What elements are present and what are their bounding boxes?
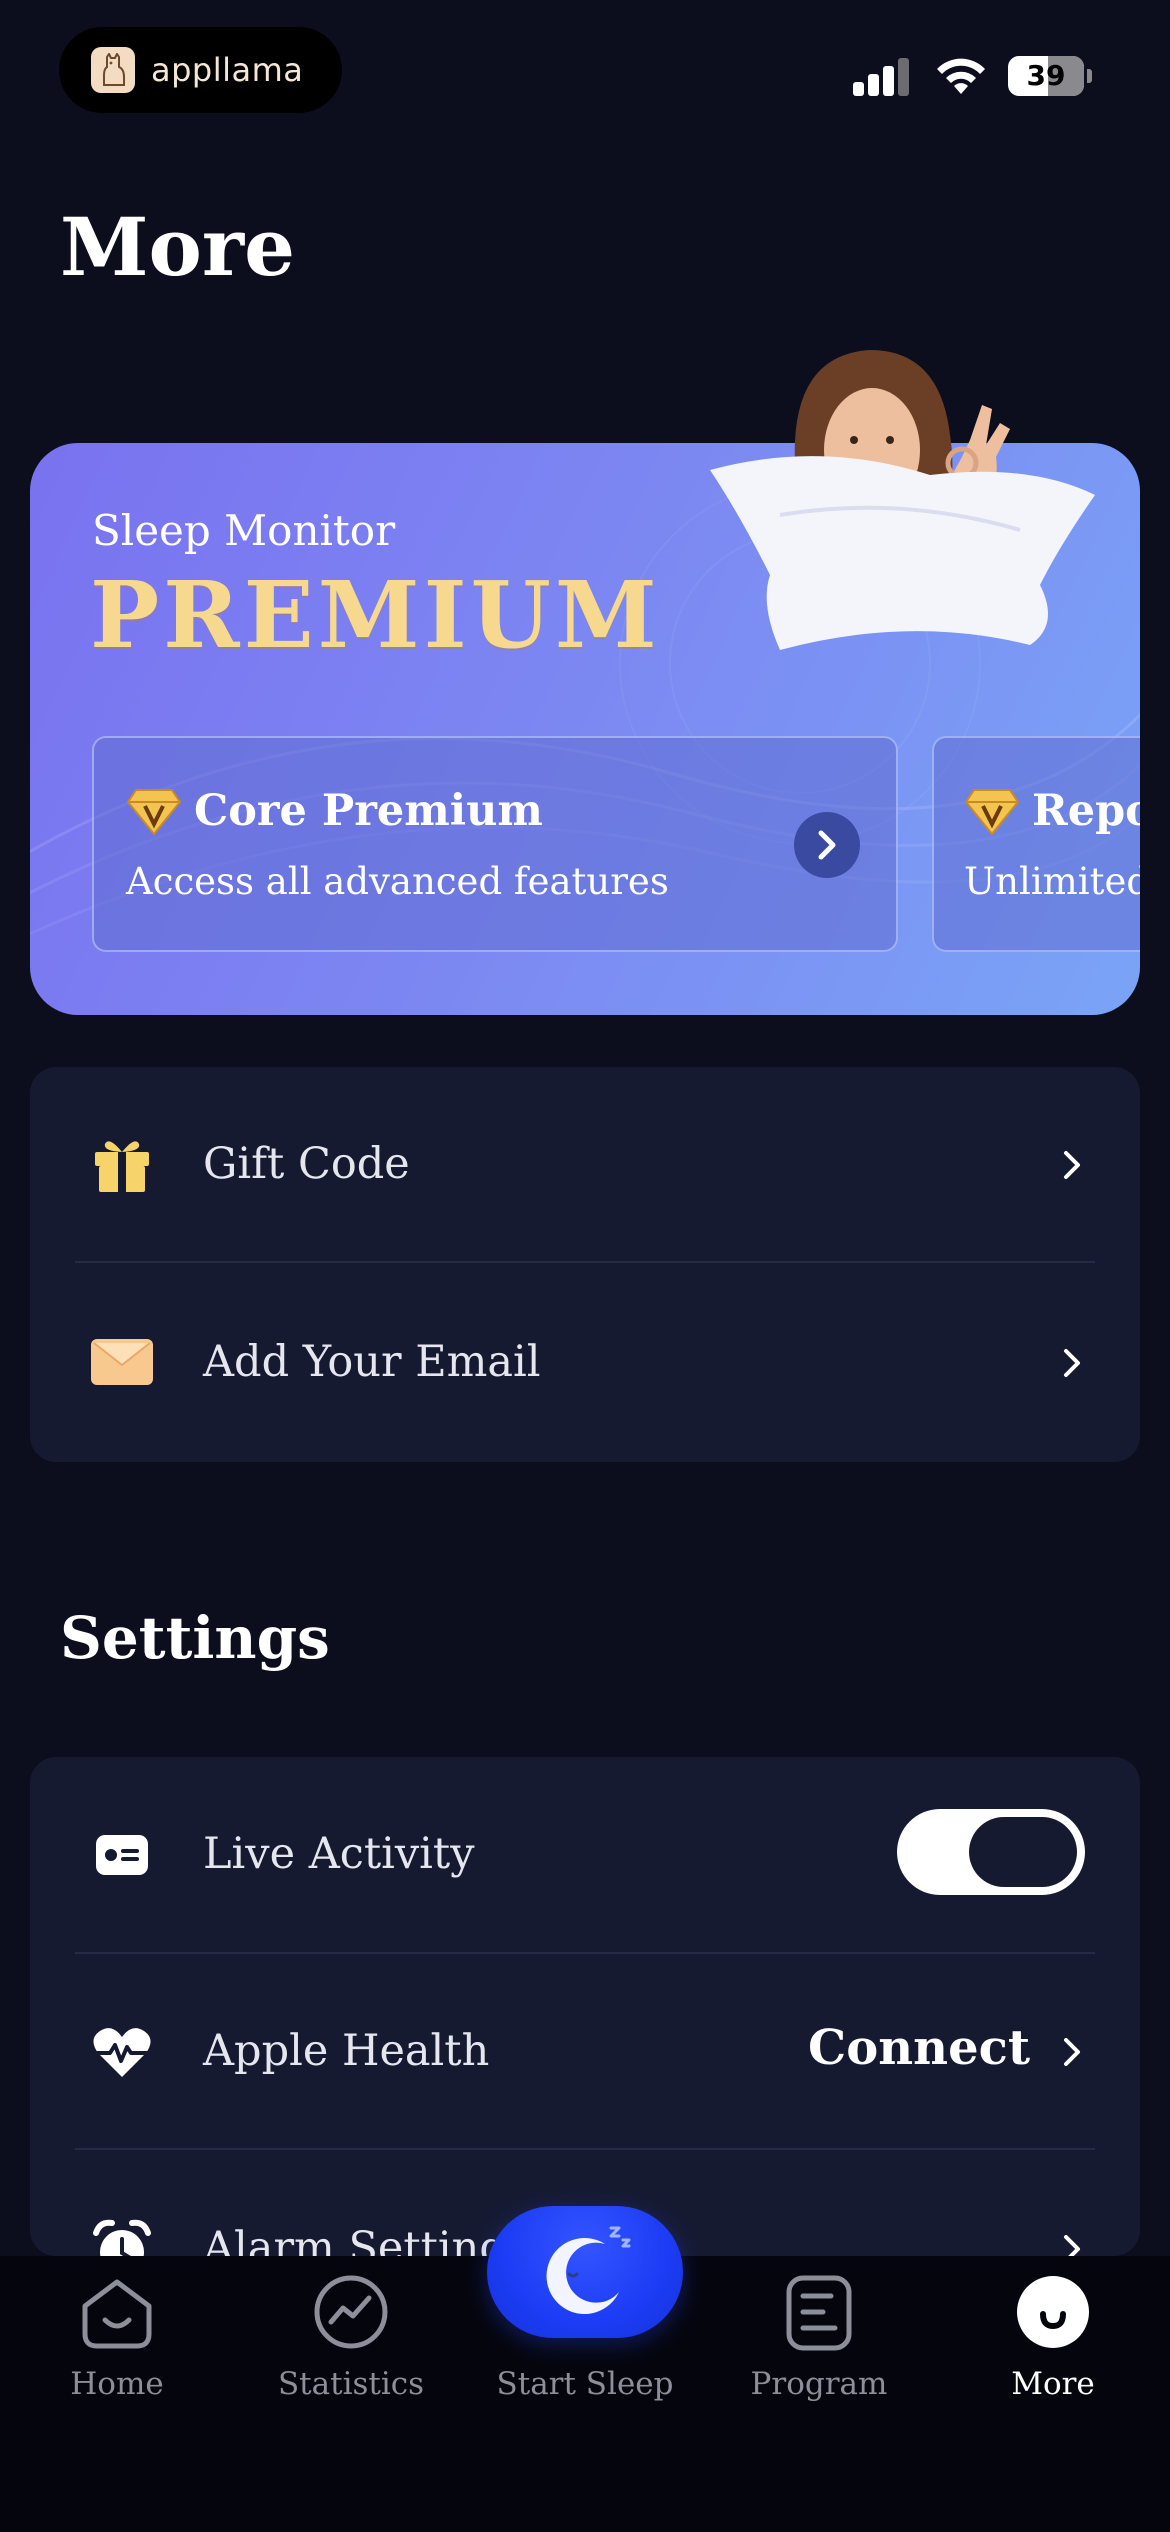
tab-statistics[interactable]: Statistics [234,2256,468,2436]
envelope-icon [90,1331,154,1395]
divider [75,2148,1095,2150]
battery-icon: 39 [1008,56,1092,96]
promo-card-description: Access all advanced features [126,860,669,903]
llama-logo-icon [91,47,135,93]
settings-card: Live Activity Apple Health Connect Alarm… [30,1757,1140,2256]
cellular-signal-icon [853,56,911,96]
program-icon [786,2275,852,2351]
tab-label: Statistics [277,2366,425,2402]
more-screen: appllama 39 More Sleep Monitor PREMIUM C… [0,0,1170,2532]
premium-subtitle: Sleep Monitor [92,506,396,555]
start-sleep-label: Start Sleep [496,2366,674,2402]
wifi-icon [937,58,985,94]
home-icon [82,2279,152,2349]
toggle-knob [969,1817,1077,1887]
promo-card-reports[interactable]: Repo Unlimited [932,736,1140,952]
status-bar: appllama 39 [0,0,1170,140]
brand-name: appllama [151,51,304,89]
gem-icon [964,789,1020,836]
tab-program[interactable]: Program [702,2256,936,2436]
tab-home[interactable]: Home [0,2256,234,2436]
battery-level: 39 [1026,59,1066,92]
heartbeat-icon [90,2020,154,2084]
row-label: Gift Code [203,1139,410,1189]
tab-label: More [1011,2366,1095,2402]
moon-icon [546,2226,631,2315]
tab-label: Home [70,2366,164,2402]
page-title: More [60,200,295,294]
row-label: Alarm Settings [203,2223,529,2256]
chevron-right-circle-icon[interactable] [794,812,860,878]
woman-with-pillow-image [710,350,1095,650]
apple-health-row[interactable]: Apple Health Connect [30,1954,1140,2150]
row-label: Apple Health [203,2026,490,2076]
chevron-right-icon [1064,1151,1080,1179]
tab-more[interactable]: More [936,2256,1170,2436]
brand-pill: appllama [59,27,342,113]
gem-icon [126,789,182,836]
tab-label: Program [750,2366,888,2402]
promo-card-description: Unlimited [964,860,1140,903]
live-activity-icon [90,1823,154,1887]
gift-code-row[interactable]: Gift Code [30,1067,1140,1263]
account-card: Gift Code Add Your Email [30,1067,1140,1462]
live-activity-toggle[interactable] [897,1809,1085,1895]
add-email-row[interactable]: Add Your Email [30,1265,1140,1461]
chevron-right-icon [1064,2235,1080,2256]
promo-card-title: Core Premium [194,786,543,836]
premium-title: PREMIUM [90,561,661,669]
statistics-icon [314,2275,388,2349]
row-label: Add Your Email [203,1337,541,1387]
chevron-right-icon [1064,1349,1080,1377]
start-sleep-button[interactable] [487,2206,683,2338]
divider [75,1261,1095,1263]
promo-card-core-premium[interactable]: Core Premium Access all advanced feature… [92,736,898,952]
live-activity-row: Live Activity [30,1757,1140,1954]
more-icon [1017,2276,1089,2348]
alarm-icon [90,2217,154,2256]
row-label: Live Activity [203,1829,475,1879]
chevron-right-icon [1064,2038,1080,2066]
promo-card-title: Repo [1032,786,1140,836]
gift-icon [90,1133,154,1197]
connect-label[interactable]: Connect [808,2020,1030,2076]
settings-section-title: Settings [60,1604,330,1672]
